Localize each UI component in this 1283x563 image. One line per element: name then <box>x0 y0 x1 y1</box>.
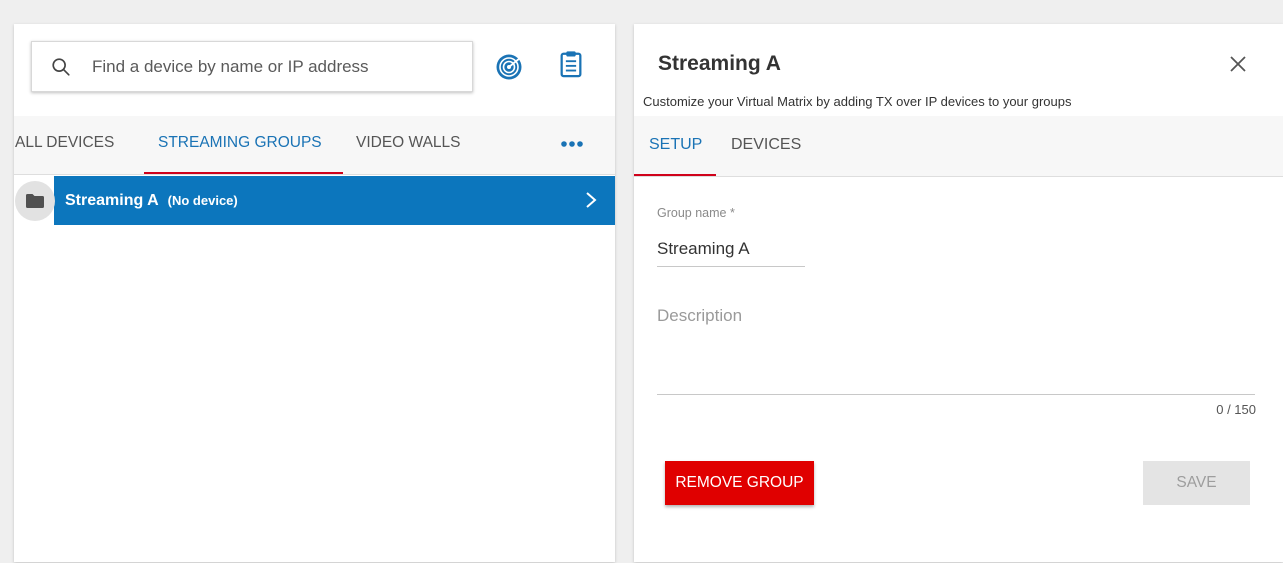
search-input[interactable] <box>90 55 472 78</box>
tab-all-devices[interactable]: ALL DEVICES <box>15 116 114 174</box>
remove-group-button[interactable]: REMOVE GROUP <box>665 461 814 505</box>
group-item-streaming-a[interactable]: Streaming A (No device) <box>54 176 615 225</box>
description-field[interactable] <box>657 300 1255 395</box>
group-detail-panel: Streaming A Customize your Virtual Matri… <box>634 24 1283 562</box>
page-subtitle: Customize your Virtual Matrix by adding … <box>643 94 1072 109</box>
char-counter: 0 / 150 <box>1216 402 1256 417</box>
active-tab-indicator <box>634 174 716 176</box>
more-horizontal-icon[interactable] <box>560 140 584 148</box>
active-tab-indicator <box>144 172 343 174</box>
list-item[interactable]: Streaming A (No device) <box>14 176 615 225</box>
page-title: Streaming A <box>658 52 781 75</box>
radar-icon[interactable] <box>495 53 523 81</box>
folder-icon <box>26 193 44 208</box>
tab-video-walls[interactable]: VIDEO WALLS <box>356 116 461 174</box>
tab-setup[interactable]: SETUP <box>649 116 702 176</box>
detail-tabs: SETUP DEVICES <box>634 116 1283 177</box>
folder-badge <box>15 180 55 221</box>
group-name-label: Group name * <box>657 206 735 220</box>
chevron-right-icon[interactable] <box>585 191 597 209</box>
tab-streaming-groups[interactable]: STREAMING GROUPS <box>158 116 322 174</box>
device-tabs: ALL DEVICES STREAMING GROUPS VIDEO WALLS <box>14 116 615 175</box>
group-name: Streaming A <box>65 191 159 209</box>
search-icon <box>52 57 70 76</box>
tab-devices[interactable]: DEVICES <box>731 116 801 176</box>
group-status: (No device) <box>167 193 238 208</box>
close-icon[interactable] <box>1229 55 1247 73</box>
device-list-panel: ALL DEVICES STREAMING GROUPS VIDEO WALLS… <box>14 24 615 562</box>
search-box[interactable] <box>31 41 473 92</box>
save-button[interactable]: SAVE <box>1143 461 1250 505</box>
group-name-field[interactable] <box>657 232 805 267</box>
clipboard-icon[interactable] <box>557 50 585 78</box>
